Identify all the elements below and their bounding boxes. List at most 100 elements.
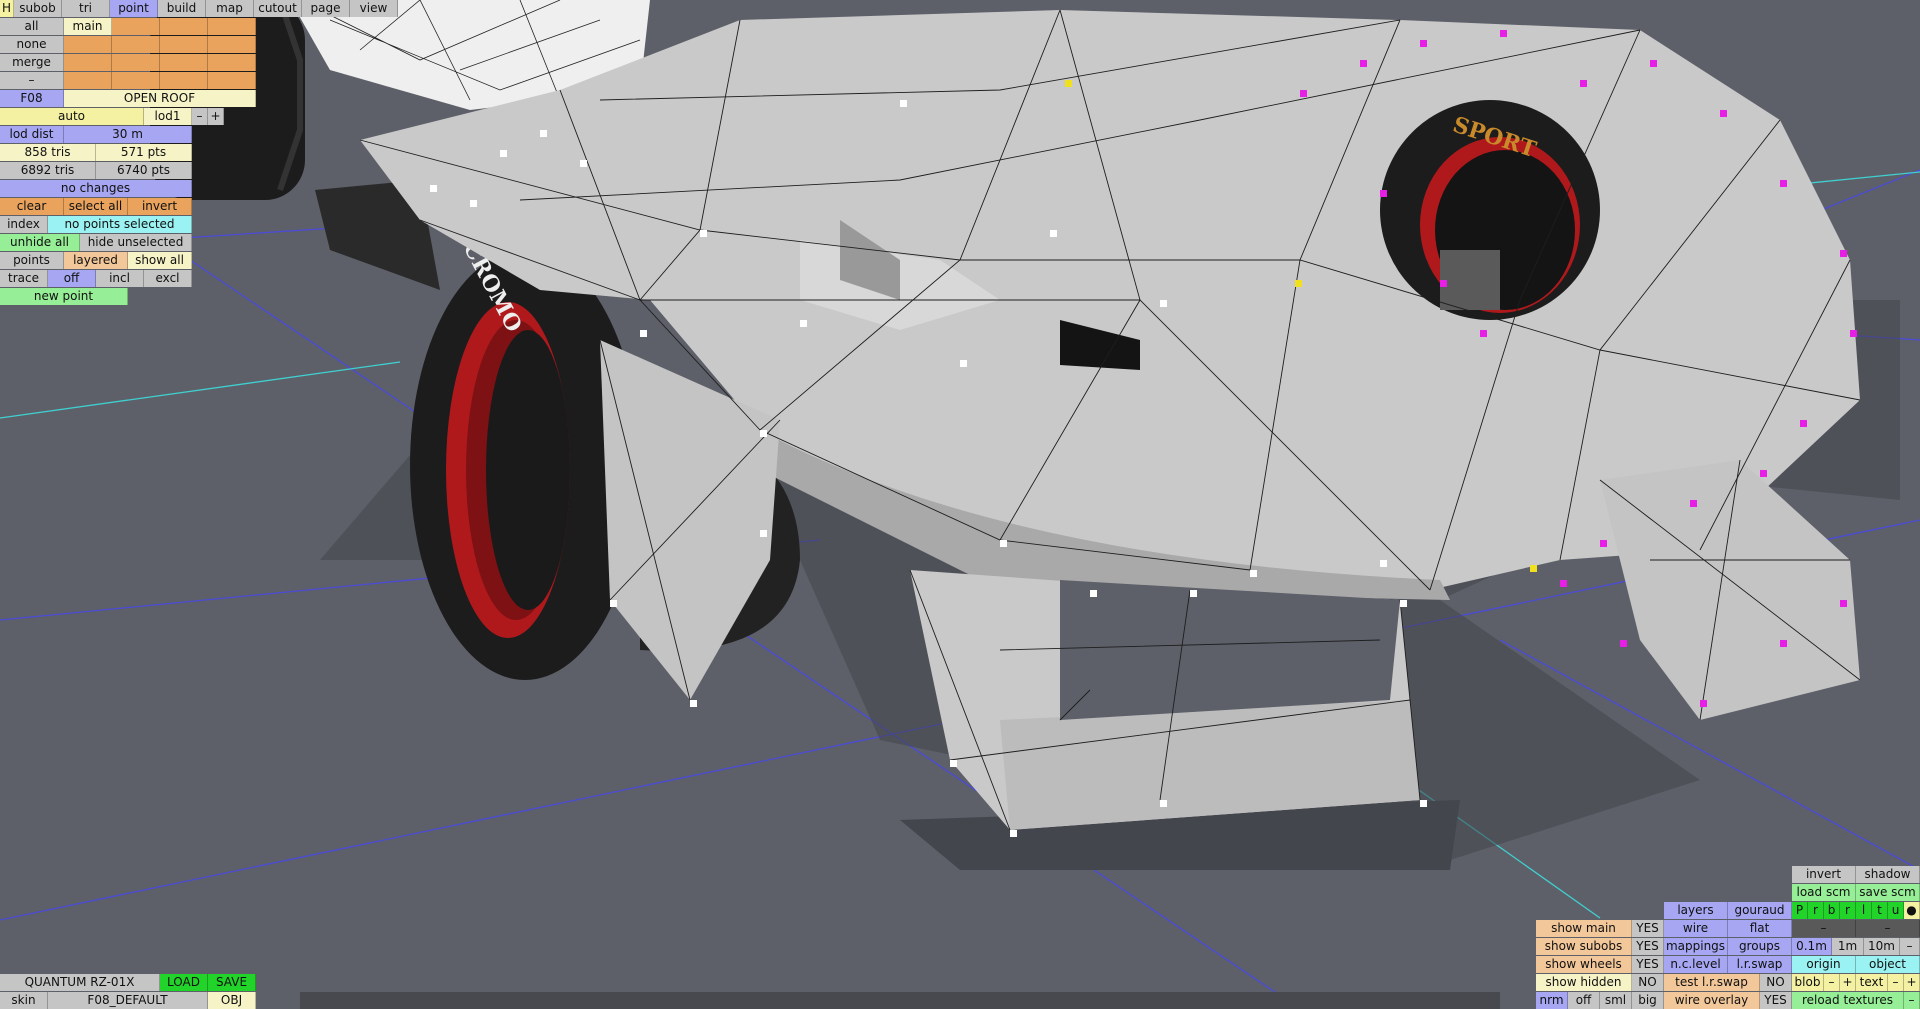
dash-button-2[interactable]: –: [1856, 920, 1920, 937]
unhide-all-button[interactable]: unhide all: [0, 234, 80, 251]
text-decrease-button[interactable]: –: [1888, 974, 1904, 991]
layer-dot-icon[interactable]: ●: [1904, 902, 1920, 919]
hide-unselected-button[interactable]: hide unselected: [80, 234, 192, 251]
invert-selection-button[interactable]: invert: [128, 198, 192, 215]
big-size-button[interactable]: big: [1632, 992, 1664, 1009]
show-main-value[interactable]: YES: [1632, 920, 1664, 937]
show-wheels-value[interactable]: YES: [1632, 956, 1664, 973]
dash-button-1[interactable]: –: [1792, 920, 1856, 937]
layer-l-toggle[interactable]: l: [1856, 902, 1872, 919]
merge-button[interactable]: merge: [0, 54, 64, 71]
layer-r2-toggle[interactable]: r: [1840, 902, 1856, 919]
tab-cutout[interactable]: cutout: [254, 0, 302, 17]
model-name[interactable]: OPEN ROOF: [64, 90, 256, 107]
small-size-button[interactable]: sml: [1600, 992, 1632, 1009]
show-wheels-label[interactable]: show wheels: [1536, 956, 1632, 973]
select-all-objects-button[interactable]: all: [0, 18, 64, 35]
layer-t-toggle[interactable]: t: [1872, 902, 1888, 919]
tab-subob[interactable]: subob: [14, 0, 62, 17]
lod-dist-value[interactable]: 30 m: [64, 126, 192, 143]
reload-textures-button[interactable]: reload textures: [1792, 992, 1904, 1009]
show-subobs-value[interactable]: YES: [1632, 938, 1664, 955]
show-all-toggle[interactable]: show all: [128, 252, 192, 269]
mappings-button[interactable]: mappings: [1664, 938, 1728, 955]
select-none-button[interactable]: none: [0, 36, 64, 53]
tab-view[interactable]: view: [350, 0, 398, 17]
origin-button[interactable]: origin: [1792, 956, 1856, 973]
object-slot[interactable]: [160, 18, 208, 35]
trace-label[interactable]: trace: [0, 270, 48, 287]
h-toggle[interactable]: H: [0, 0, 14, 17]
grid-dash-button[interactable]: –: [1900, 938, 1920, 955]
text-button[interactable]: text: [1856, 974, 1888, 991]
main-object-button[interactable]: main: [64, 18, 112, 35]
blob-increase-button[interactable]: +: [1840, 974, 1856, 991]
tab-page[interactable]: page: [302, 0, 350, 17]
normal-size-button[interactable]: nrm: [1536, 992, 1568, 1009]
save-button[interactable]: SAVE: [208, 974, 256, 991]
object-slot[interactable]: [208, 72, 256, 89]
layer-p-toggle[interactable]: P: [1792, 902, 1808, 919]
layered-toggle[interactable]: layered: [64, 252, 128, 269]
gouraud-button[interactable]: gouraud: [1728, 902, 1792, 919]
3d-viewport[interactable]: CROMO SPORT: [0, 0, 1920, 1009]
lod-decrease-button[interactable]: –: [192, 108, 208, 125]
test-lr-swap-label[interactable]: test l.r.swap: [1664, 974, 1760, 991]
select-all-button[interactable]: select all: [64, 198, 128, 215]
object-slot[interactable]: [64, 54, 112, 71]
groups-button[interactable]: groups: [1728, 938, 1792, 955]
object-slot[interactable]: [208, 54, 256, 71]
save-scm-button[interactable]: save scm: [1856, 884, 1920, 901]
size-off-button[interactable]: off: [1568, 992, 1600, 1009]
index-button[interactable]: index: [0, 216, 48, 233]
blob-decrease-button[interactable]: –: [1824, 974, 1840, 991]
object-button[interactable]: object: [1856, 956, 1920, 973]
flat-button[interactable]: flat: [1728, 920, 1792, 937]
show-main-label[interactable]: show main: [1536, 920, 1632, 937]
lod-level[interactable]: lod1: [144, 108, 192, 125]
skin-name[interactable]: F08_DEFAULT: [48, 992, 208, 1009]
text-increase-button[interactable]: +: [1904, 974, 1920, 991]
points-mode-button[interactable]: points: [0, 252, 64, 269]
nc-level-button[interactable]: n.c.level: [1664, 956, 1728, 973]
shadow-button[interactable]: shadow: [1856, 866, 1920, 883]
dash-button[interactable]: –: [0, 72, 64, 89]
trace-incl-button[interactable]: incl: [96, 270, 144, 287]
wire-button[interactable]: wire: [1664, 920, 1728, 937]
grid-1m-button[interactable]: 1m: [1832, 938, 1864, 955]
object-slot[interactable]: [112, 54, 160, 71]
object-slot[interactable]: [112, 36, 160, 53]
show-subobs-label[interactable]: show subobs: [1536, 938, 1632, 955]
object-slot[interactable]: [112, 18, 160, 35]
show-hidden-value[interactable]: NO: [1632, 974, 1664, 991]
lod-auto-button[interactable]: auto: [0, 108, 144, 125]
object-slot[interactable]: [64, 72, 112, 89]
tab-point[interactable]: point: [110, 0, 158, 17]
load-button[interactable]: LOAD: [160, 974, 208, 991]
layer-u-toggle[interactable]: u: [1888, 902, 1904, 919]
tab-tri[interactable]: tri: [62, 0, 110, 17]
wire-overlay-value[interactable]: YES: [1760, 992, 1792, 1009]
blob-button[interactable]: blob: [1792, 974, 1824, 991]
layers-button[interactable]: layers: [1664, 902, 1728, 919]
clear-button[interactable]: clear: [0, 198, 64, 215]
tab-build[interactable]: build: [158, 0, 206, 17]
object-slot[interactable]: [208, 36, 256, 53]
object-slot[interactable]: [208, 18, 256, 35]
layer-r-toggle[interactable]: r: [1808, 902, 1824, 919]
test-lr-swap-value[interactable]: NO: [1760, 974, 1792, 991]
reload-dash-button[interactable]: –: [1904, 992, 1920, 1009]
wire-overlay-label[interactable]: wire overlay: [1664, 992, 1760, 1009]
object-slot[interactable]: [160, 36, 208, 53]
grid-0-1m-button[interactable]: 0.1m: [1792, 938, 1832, 955]
object-slot[interactable]: [64, 36, 112, 53]
new-point-button[interactable]: new point: [0, 288, 128, 305]
lod-increase-button[interactable]: +: [208, 108, 224, 125]
load-scm-button[interactable]: load scm: [1792, 884, 1856, 901]
grid-10m-button[interactable]: 10m: [1864, 938, 1900, 955]
layer-b-toggle[interactable]: b: [1824, 902, 1840, 919]
object-slot[interactable]: [160, 72, 208, 89]
tab-map[interactable]: map: [206, 0, 254, 17]
trace-excl-button[interactable]: excl: [144, 270, 192, 287]
lr-swap-button[interactable]: l.r.swap: [1728, 956, 1792, 973]
